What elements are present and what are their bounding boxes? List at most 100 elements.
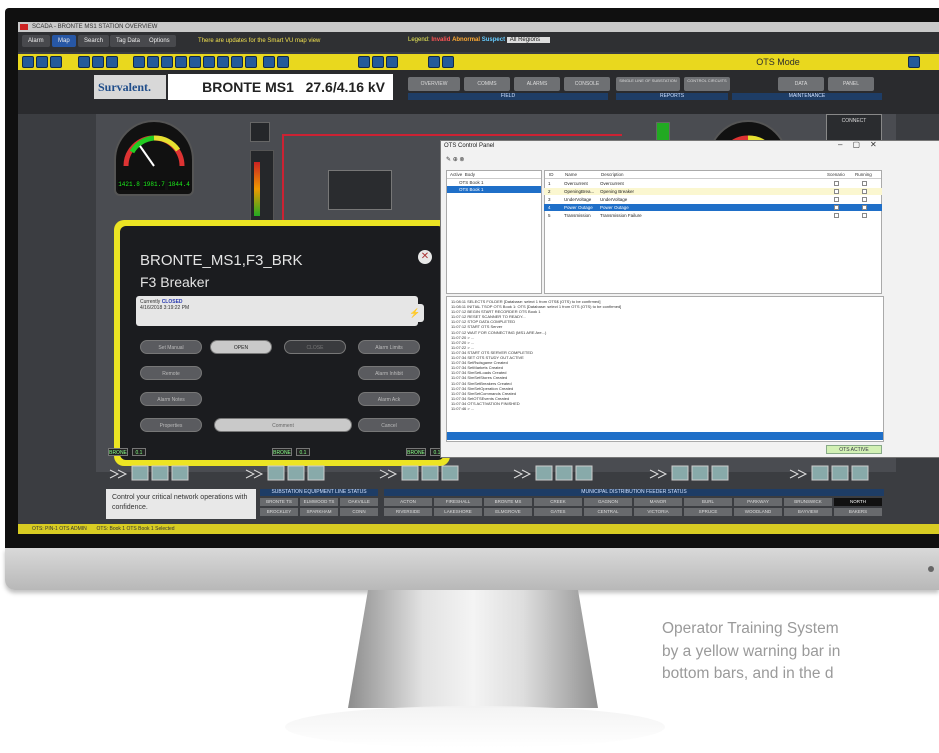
alarm-ack-button[interactable]: Alarm Ack [358, 392, 420, 406]
feeder-button[interactable]: ELMGROVE [484, 508, 532, 516]
feeder-button[interactable]: BRUNSWICK [784, 498, 832, 506]
ots-active-button[interactable]: OTS ACTIVE [826, 445, 882, 454]
running-checkbox[interactable] [862, 181, 867, 186]
running-checkbox[interactable] [862, 197, 867, 202]
log-selected-row[interactable] [447, 432, 883, 440]
feeder-button[interactable]: GAGNON [584, 498, 632, 506]
tab-comms[interactable]: COMMS [464, 77, 510, 91]
feeder-button[interactable]: WOODLAND [734, 508, 782, 516]
select-icon[interactable] [175, 56, 187, 68]
close-button[interactable]: CLOSE [284, 340, 346, 354]
close-icon[interactable]: ✕ [418, 250, 432, 264]
substation-button[interactable]: SPARKHAM [300, 508, 338, 516]
settings-icon[interactable] [442, 56, 454, 68]
substation-button[interactable]: BRONTE TS [260, 498, 298, 506]
link-icon[interactable] [386, 56, 398, 68]
save-icon[interactable] [36, 56, 48, 68]
alarm-inhibit-button[interactable]: Alarm Inhibit [358, 366, 420, 380]
tab-panel[interactable]: PANEL [828, 77, 874, 91]
globe-icon[interactable] [358, 56, 370, 68]
feeder-group-5[interactable] [648, 462, 748, 484]
window-icon[interactable] [908, 56, 920, 68]
feeder-button[interactable]: CREEK [534, 498, 582, 506]
breaker-symbol-icon[interactable]: ⚡ [406, 304, 424, 322]
scenario-checkbox[interactable] [834, 205, 839, 210]
tree-item-selected[interactable]: OTS Book 1 [447, 186, 541, 193]
menu-map[interactable]: Map [52, 35, 76, 47]
cancel-button[interactable]: Cancel [358, 418, 420, 432]
feeder-button[interactable]: SPRUCE [684, 508, 732, 516]
substation-button[interactable]: OAKVILLE [340, 498, 378, 506]
feeder-button[interactable]: MANOR [634, 498, 682, 506]
feeder-button[interactable]: NORTH [834, 498, 882, 506]
open-button[interactable]: OPEN [210, 340, 272, 354]
layout-icon[interactable] [50, 56, 62, 68]
zoom-in-icon[interactable] [133, 56, 145, 68]
table-row[interactable]: 1 Overcurrent Overcurrent [544, 180, 882, 187]
feeder-group-4[interactable] [512, 462, 612, 484]
trend-icon[interactable] [217, 56, 229, 68]
feeder-button[interactable]: FIRESHALL [434, 498, 482, 506]
running-checkbox[interactable] [862, 189, 867, 194]
substation-button[interactable]: ELMWOOD TS [300, 498, 338, 506]
substation-button[interactable]: CONN [340, 508, 378, 516]
running-checkbox[interactable] [862, 213, 867, 218]
table-row[interactable]: 4 Power Outage Power Outage [544, 204, 882, 211]
transformer-icon[interactable] [250, 122, 270, 142]
tab-console[interactable]: CONSOLE [564, 77, 610, 91]
layers-icon[interactable] [203, 56, 215, 68]
table-row[interactable]: 2 OpeningBrea... Opening Breaker [544, 188, 882, 195]
tab-alarms[interactable]: ALARMS [514, 77, 560, 91]
scenario-checkbox[interactable] [834, 181, 839, 186]
tab-overview[interactable]: OVERVIEW [408, 77, 460, 91]
feeder-button[interactable]: CENTRAL [584, 508, 632, 516]
feeder-button[interactable]: BURL [684, 498, 732, 506]
menu-options[interactable]: Options [143, 35, 176, 47]
remote-button[interactable]: Remote [140, 366, 202, 380]
scenario-checkbox[interactable] [834, 197, 839, 202]
table-row[interactable]: 3 UnderVoltage UnderVoltage [544, 196, 882, 203]
alarm-notes-button[interactable]: Alarm Notes [140, 392, 202, 406]
feeder-button[interactable]: RIVERSIDE [384, 508, 432, 516]
feeder-button[interactable]: VICTORIA [634, 508, 682, 516]
feeder-button[interactable]: BRONTE MS [484, 498, 532, 506]
tools-icon[interactable] [277, 56, 289, 68]
back-icon[interactable] [92, 56, 104, 68]
feeder-button[interactable]: LAKESHORE [434, 508, 482, 516]
report-icon[interactable] [231, 56, 243, 68]
tree-item[interactable]: OTS Book 1 [447, 179, 541, 186]
ots-toolbar-icons[interactable]: ✎ ⊕ ⊗ [446, 156, 464, 163]
forward-icon[interactable] [106, 56, 118, 68]
pan-icon[interactable] [161, 56, 173, 68]
tab-data[interactable]: DATA [778, 77, 824, 91]
feeder-group-1[interactable] [108, 462, 208, 484]
sync-icon[interactable] [428, 56, 440, 68]
menu-tag-data[interactable]: Tag Data [110, 35, 147, 47]
tab-single-line[interactable]: SINGLE LINE OF SUBSTATION [616, 77, 680, 91]
menu-alarm[interactable]: Alarm [22, 35, 50, 47]
refresh-icon[interactable] [78, 56, 90, 68]
menu-search[interactable]: Search [78, 35, 110, 47]
feeder-button[interactable]: PARKWAY [734, 498, 782, 506]
scenario-checkbox[interactable] [834, 189, 839, 194]
alarm-icon[interactable] [263, 56, 275, 68]
feeder-button[interactable]: GATES [534, 508, 582, 516]
set-manual-button[interactable]: Set Manual [140, 340, 202, 354]
table-row[interactable]: 5 Transmission Transmission Failure [544, 212, 882, 219]
alarm-limits-button[interactable]: Alarm Limits [358, 340, 420, 354]
tab-control-circuits[interactable]: CONTROL CIRCUITS [684, 77, 730, 91]
running-checkbox[interactable] [862, 205, 867, 210]
feeder-group-3[interactable] [378, 462, 478, 484]
zoom-out-icon[interactable] [147, 56, 159, 68]
network-icon[interactable] [372, 56, 384, 68]
grid-icon[interactable] [189, 56, 201, 68]
feeder-button[interactable]: BAKERS [834, 508, 882, 516]
feeder-button[interactable]: BAYVIEW [784, 508, 832, 516]
feeder-group-6[interactable] [788, 462, 888, 484]
region-select[interactable]: All Regions [506, 37, 551, 43]
home-icon[interactable] [22, 56, 34, 68]
substation-button[interactable]: BROCKLEY [260, 508, 298, 516]
scenario-checkbox[interactable] [834, 213, 839, 218]
comment-button[interactable]: Comment [214, 418, 352, 432]
feeder-group-2[interactable] [244, 462, 344, 484]
